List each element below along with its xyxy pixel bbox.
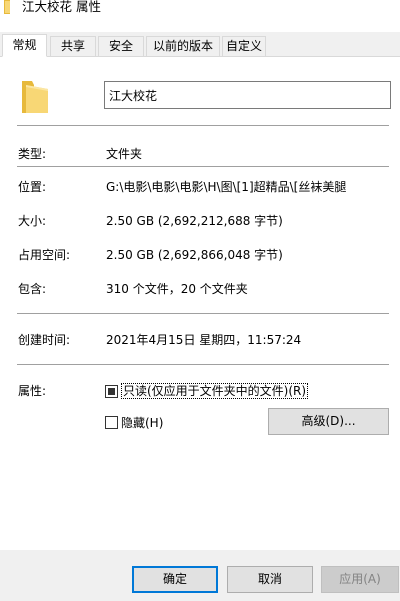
created-value: 2021年4月15日 星期四，11:57:24 — [106, 333, 302, 347]
tab-sharing[interactable]: 共享 — [50, 36, 96, 56]
type-value: 文件夹 — [106, 147, 143, 161]
readonly-checkbox[interactable] — [105, 385, 118, 398]
hidden-label[interactable]: 隐藏(H) — [121, 414, 163, 431]
window-title: 江大校花 属性 — [22, 0, 101, 14]
ok-button[interactable]: 确定 — [132, 566, 218, 593]
tab-security[interactable]: 安全 — [98, 36, 144, 56]
tab-previous-versions[interactable]: 以前的版本 — [146, 36, 220, 56]
folder-name-input[interactable] — [104, 81, 391, 109]
hidden-checkbox[interactable] — [105, 416, 118, 429]
readonly-label-text: 只读(仅应用于文件夹中的文件)(R) — [121, 383, 309, 399]
separator — [17, 166, 389, 167]
readonly-label[interactable]: 只读(仅应用于文件夹中的文件)(R) — [121, 382, 309, 399]
separator — [17, 125, 389, 126]
separator — [17, 313, 389, 314]
tab-bar: 常规 共享 安全 以前的版本 自定义 — [0, 34, 400, 57]
type-label: 类型: — [18, 147, 47, 161]
separator — [17, 364, 389, 365]
attributes-label: 属性: — [18, 384, 47, 398]
size-label: 大小: — [18, 214, 47, 228]
location-value: G:\电影\电影\电影\H\图\[1]超精品\[丝袜美腿 — [106, 180, 347, 194]
size-value: 2.50 GB (2,692,212,688 字节) — [106, 214, 283, 228]
folder-icon — [22, 81, 48, 113]
size-on-disk-label: 占用空间: — [18, 248, 71, 262]
contains-value: 310 个文件，20 个文件夹 — [106, 282, 248, 296]
size-on-disk-value: 2.50 GB (2,692,866,048 字节) — [106, 248, 283, 262]
tab-customize[interactable]: 自定义 — [222, 36, 266, 56]
cancel-button[interactable]: 取消 — [227, 566, 313, 593]
general-panel: 类型: 文件夹 位置: G:\电影\电影\电影\H\图\[1]超精品\[丝袜美腿… — [0, 56, 400, 550]
tab-general[interactable]: 常规 — [2, 34, 47, 57]
location-label: 位置: — [18, 180, 47, 194]
advanced-button[interactable]: 高级(D)... — [268, 408, 389, 435]
title-bar: 江大校花 属性 — [0, 0, 400, 32]
apply-button[interactable]: 应用(A) — [321, 566, 399, 593]
folder-icon — [4, 0, 10, 14]
contains-label: 包含: — [18, 282, 47, 296]
created-label: 创建时间: — [18, 333, 71, 347]
